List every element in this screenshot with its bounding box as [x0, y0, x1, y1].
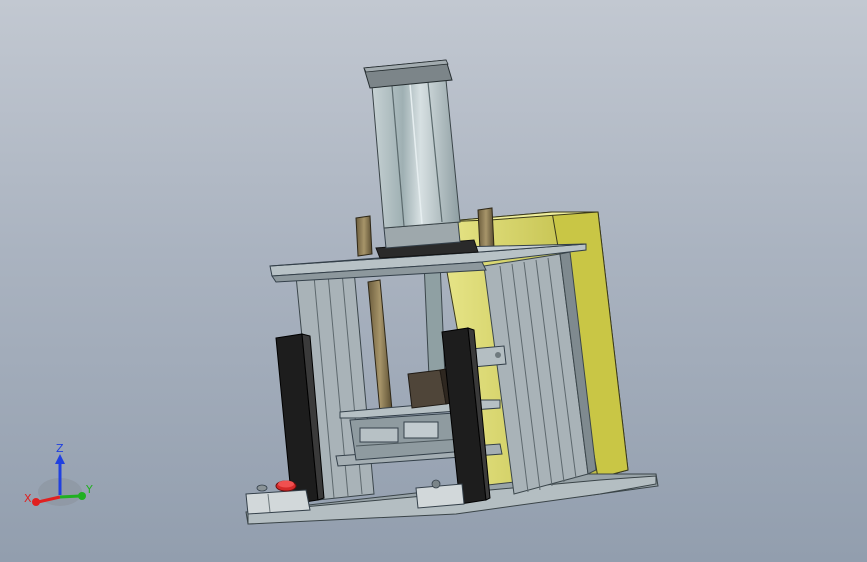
y-axis-label: Y: [85, 483, 93, 496]
x-axis-label: X: [24, 492, 32, 505]
left-front-block[interactable]: [245, 489, 311, 515]
assembly-model[interactable]: [0, 0, 867, 562]
right-guide-rod[interactable]: [477, 207, 495, 251]
right-front-block[interactable]: [415, 479, 465, 509]
orientation-triad[interactable]: Z X Y: [20, 440, 100, 510]
small-indicator-knob[interactable]: [256, 484, 268, 492]
y-axis-icon: [59, 494, 81, 499]
emergency-stop-button[interactable]: [275, 480, 297, 492]
pneumatic-cylinder[interactable]: [363, 59, 461, 229]
cad-viewport[interactable]: Z X Y: [0, 0, 867, 562]
z-axis-label: Z: [56, 442, 64, 455]
